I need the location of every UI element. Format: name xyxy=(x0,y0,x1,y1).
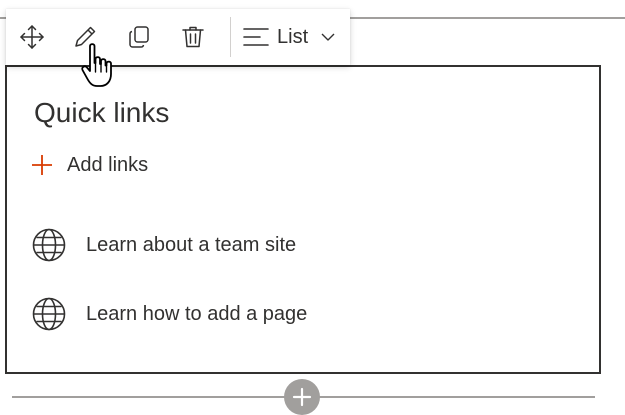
duplicate-button[interactable] xyxy=(112,9,166,65)
quick-link-item[interactable]: Learn how to add a page xyxy=(31,296,307,332)
webpart-title: Quick links xyxy=(34,97,170,128)
add-links-label: Add links xyxy=(67,153,149,176)
toolbar-separator xyxy=(230,17,231,57)
add-links-button[interactable]: Add links xyxy=(31,151,148,179)
quick-link-label: Learn how to add a page xyxy=(86,302,308,325)
webpart-toolbar: List xyxy=(6,9,350,65)
trash-icon xyxy=(182,26,204,48)
list-lines-icon xyxy=(243,28,269,46)
page-canvas: Quick links Add links Learn about a team… xyxy=(0,0,625,415)
plus-icon xyxy=(292,387,312,407)
globe-icon xyxy=(32,228,66,262)
quick-links-webpart[interactable]: Quick links Add links Learn about a team… xyxy=(5,65,601,374)
quick-link-label: Learn about a team site xyxy=(86,233,297,256)
quick-link-item[interactable]: Learn about a team site xyxy=(31,227,296,263)
move-icon xyxy=(20,25,44,49)
copy-icon xyxy=(129,26,149,48)
pencil-icon xyxy=(75,26,96,47)
edit-button[interactable] xyxy=(58,9,112,65)
move-button[interactable] xyxy=(6,9,58,65)
globe-icon xyxy=(32,297,66,331)
plus-icon xyxy=(32,155,52,175)
chevron-down-icon xyxy=(321,33,335,41)
add-section-button[interactable] xyxy=(284,379,320,415)
layout-label: List xyxy=(277,25,309,48)
layout-dropdown[interactable]: List xyxy=(237,9,336,65)
delete-button[interactable] xyxy=(166,9,220,65)
